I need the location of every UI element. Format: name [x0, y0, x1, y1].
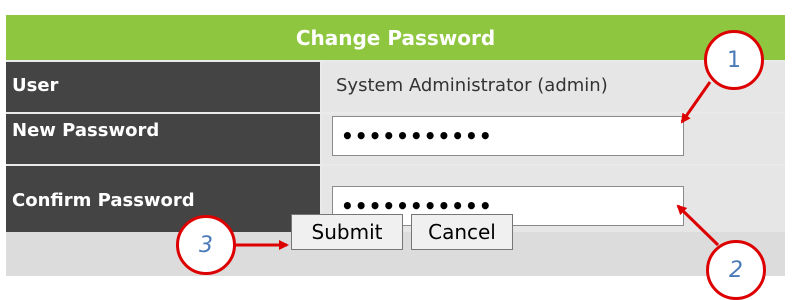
new-password-input[interactable]: [332, 116, 684, 156]
callout-2: 2: [706, 240, 766, 300]
callout-3: 3: [176, 215, 236, 275]
callout-1: 1: [704, 30, 764, 90]
callout-3-number: 3: [199, 232, 213, 258]
callout-2-number: 2: [729, 257, 743, 283]
user-value: System Administrator (admin): [336, 75, 608, 96]
submit-button[interactable]: Submit: [291, 214, 403, 250]
confirm-password-label: Confirm Password: [6, 166, 320, 232]
user-label: User: [6, 62, 320, 112]
new-password-label: New Password: [6, 114, 320, 164]
callout-1-number: 1: [727, 47, 741, 73]
form-title: Change Password: [6, 15, 785, 60]
cancel-button[interactable]: Cancel: [411, 214, 513, 250]
new-password-cell: [322, 114, 785, 164]
